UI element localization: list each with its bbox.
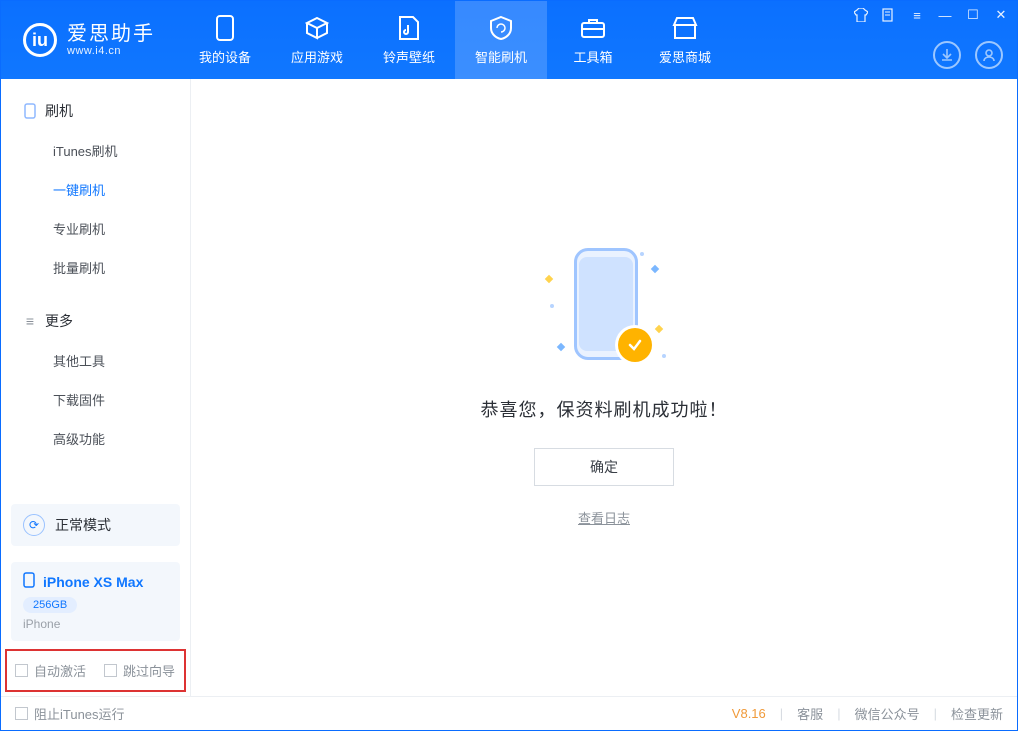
checkbox-label: 跳过向导 [123, 661, 175, 680]
sidebar-item-oneclick-flash[interactable]: 一键刷机 [1, 170, 190, 209]
window-controls: ≡ ― ☐ ✕ [853, 7, 1009, 23]
checkbox-label: 自动激活 [34, 661, 86, 680]
link-wechat[interactable]: 微信公众号 [855, 704, 920, 723]
checkbox-auto-activate[interactable]: 自动激活 [15, 661, 86, 680]
device-card[interactable]: iPhone XS Max 256GB iPhone [11, 562, 180, 641]
tab-label: 工具箱 [573, 47, 612, 66]
sidebar-item-itunes-flash[interactable]: iTunes刷机 [1, 131, 190, 170]
ok-button[interactable]: 确定 [534, 448, 674, 486]
main-content: 恭喜您，保资料刷机成功啦！ 确定 查看日志 [191, 79, 1017, 696]
mode-card[interactable]: ⟳ 正常模式 [11, 504, 180, 546]
group-title: 刷机 [45, 101, 73, 121]
success-illustration [544, 248, 664, 368]
sidebar-item-download-firmware[interactable]: 下载固件 [1, 380, 190, 419]
sidebar-item-other-tools[interactable]: 其他工具 [1, 341, 190, 380]
body: 刷机 iTunes刷机 一键刷机 专业刷机 批量刷机 ≡ 更多 其他工具 下载固… [1, 79, 1017, 696]
header-actions [933, 41, 1003, 69]
checkbox-block-itunes[interactable]: 阻止iTunes运行 [15, 704, 125, 723]
device-capacity: 256GB [23, 597, 77, 613]
tab-apps-games[interactable]: 应用游戏 [271, 1, 363, 79]
device-type: iPhone [23, 617, 168, 631]
mode-icon: ⟳ [23, 514, 45, 536]
maximize-icon[interactable]: ☐ [965, 7, 981, 23]
link-check-update[interactable]: 检查更新 [951, 704, 1003, 723]
logo: iu 爱思助手 www.i4.cn [1, 23, 173, 57]
skin-icon[interactable] [853, 7, 869, 23]
header-tabs: 我的设备 应用游戏 铃声壁纸 智能刷机 工具箱 爱思商城 [179, 1, 731, 79]
mode-label: 正常模式 [55, 515, 111, 535]
app-window: iu 爱思助手 www.i4.cn 我的设备 应用游戏 铃声壁纸 智能刷机 [0, 0, 1018, 731]
tab-my-device[interactable]: 我的设备 [179, 1, 271, 79]
music-file-icon [396, 15, 422, 41]
tab-label: 爱思商城 [659, 47, 711, 66]
app-domain: www.i4.cn [67, 45, 155, 57]
tab-store[interactable]: 爱思商城 [639, 1, 731, 79]
close-icon[interactable]: ✕ [993, 7, 1009, 23]
group-title: 更多 [45, 311, 73, 331]
tab-label: 铃声壁纸 [383, 47, 435, 66]
link-support[interactable]: 客服 [797, 704, 823, 723]
header: iu 爱思助手 www.i4.cn 我的设备 应用游戏 铃声壁纸 智能刷机 [1, 1, 1017, 79]
sidebar-item-advanced[interactable]: 高级功能 [1, 419, 190, 458]
checkbox-skip-guide[interactable]: 跳过向导 [104, 661, 175, 680]
logo-icon: iu [23, 23, 57, 57]
tab-label: 智能刷机 [475, 47, 527, 66]
device-icon [212, 15, 238, 41]
success-message: 恭喜您，保资料刷机成功啦！ [481, 396, 728, 422]
sidebar: 刷机 iTunes刷机 一键刷机 专业刷机 批量刷机 ≡ 更多 其他工具 下载固… [1, 79, 191, 696]
device-phone-icon [23, 572, 35, 591]
tab-toolbox[interactable]: 工具箱 [547, 1, 639, 79]
user-button[interactable] [975, 41, 1003, 69]
feedback-icon[interactable] [881, 7, 897, 23]
cube-icon [304, 15, 330, 41]
status-bar: 阻止iTunes运行 V8.16 | 客服 | 微信公众号 | 检查更新 [1, 696, 1017, 730]
toolbox-icon [580, 15, 606, 41]
minimize-icon[interactable]: ― [937, 7, 953, 23]
sidebar-item-pro-flash[interactable]: 专业刷机 [1, 209, 190, 248]
phone-small-icon [23, 104, 37, 118]
download-button[interactable] [933, 41, 961, 69]
app-name: 爱思助手 [67, 23, 155, 45]
tab-smart-flash[interactable]: 智能刷机 [455, 1, 547, 79]
tab-ringtone-wallpaper[interactable]: 铃声壁纸 [363, 1, 455, 79]
checkbox-box [104, 664, 117, 677]
device-name: iPhone XS Max [43, 574, 143, 590]
version-label: V8.16 [732, 706, 766, 721]
checkbox-label: 阻止iTunes运行 [34, 704, 125, 723]
list-icon: ≡ [23, 314, 37, 328]
sidebar-group-more: ≡ 更多 [1, 303, 190, 341]
options-highlight: 自动激活 跳过向导 [5, 649, 186, 692]
tab-label: 我的设备 [199, 47, 251, 66]
store-icon [672, 15, 698, 41]
tab-label: 应用游戏 [291, 47, 343, 66]
checkbox-box [15, 707, 28, 720]
check-badge-icon [618, 328, 652, 362]
view-log-link[interactable]: 查看日志 [578, 508, 630, 527]
sidebar-item-batch-flash[interactable]: 批量刷机 [1, 248, 190, 287]
sidebar-group-flash: 刷机 [1, 93, 190, 131]
checkbox-box [15, 664, 28, 677]
menu-icon[interactable]: ≡ [909, 7, 925, 23]
refresh-shield-icon [488, 15, 514, 41]
